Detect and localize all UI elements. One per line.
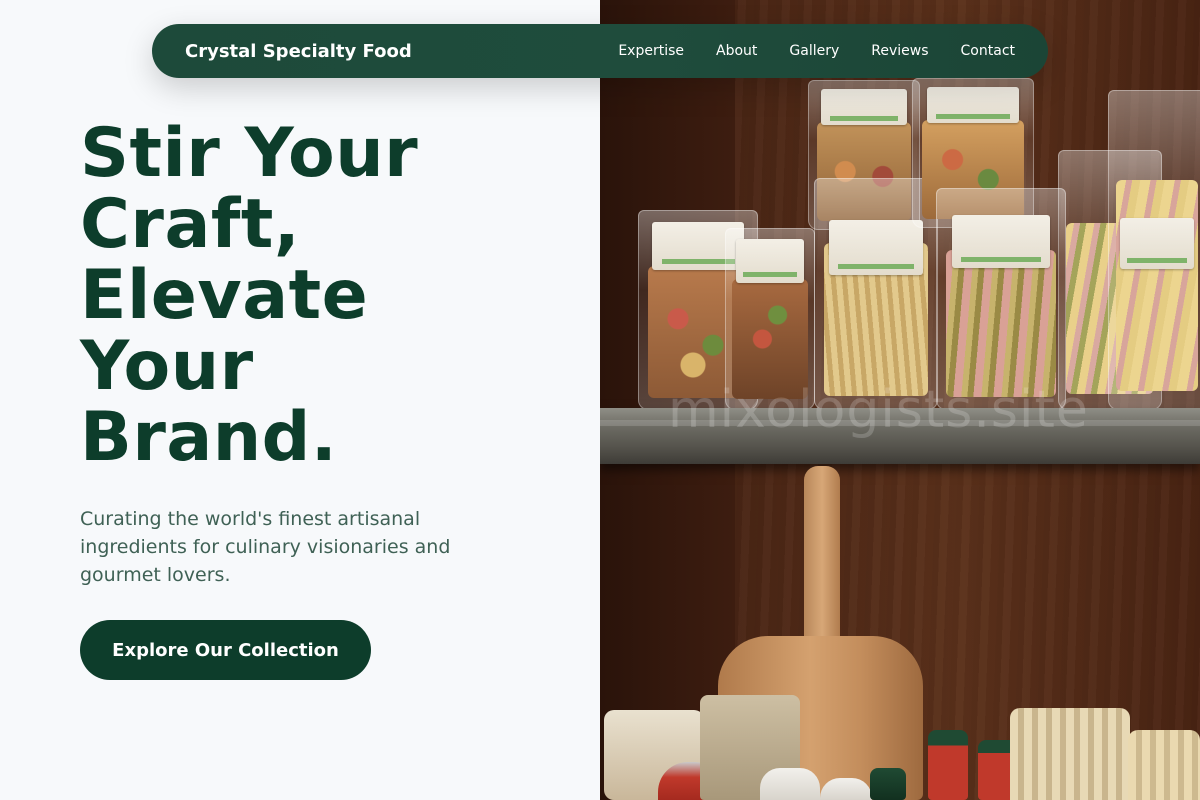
hero-headline: Stir Your Craft, Elevate Your Brand. — [80, 118, 560, 473]
product-jar — [820, 778, 872, 800]
nav-link-gallery[interactable]: Gallery — [789, 43, 839, 59]
explore-collection-button[interactable]: Explore Our Collection — [80, 620, 371, 680]
nav-links: Expertise About Gallery Reviews Contact — [618, 43, 1015, 59]
nav-link-contact[interactable]: Contact — [961, 43, 1015, 59]
headline-line-5: Brand. — [80, 398, 338, 477]
nav-link-expertise[interactable]: Expertise — [618, 43, 684, 59]
product-jar — [760, 768, 820, 800]
headline-line-2: Craft, — [80, 185, 301, 264]
headline-line-3: Elevate — [80, 256, 369, 335]
sauce-bottle — [870, 768, 906, 800]
pasta-bag — [936, 188, 1066, 410]
headline-line-1: Stir Your — [80, 114, 419, 193]
hero-subtext: Curating the world's finest artisanal in… — [80, 508, 451, 586]
nav-link-about[interactable]: About — [716, 43, 757, 59]
sauce-bottle — [928, 730, 968, 800]
pasta-bag — [1108, 90, 1200, 410]
pasta-bag-lower — [1010, 708, 1130, 800]
nav-link-reviews[interactable]: Reviews — [871, 43, 928, 59]
hero-text-section: Stir Your Craft, Elevate Your Brand. Cur… — [0, 0, 600, 800]
top-navbar: Crystal Specialty Food Expertise About G… — [152, 24, 1048, 78]
brand-logo[interactable]: Crystal Specialty Food — [185, 41, 412, 62]
pasta-bag-lower — [1128, 730, 1200, 800]
headline-line-4: Your — [80, 327, 254, 406]
watermark-text: mixologists.site — [668, 380, 1089, 440]
